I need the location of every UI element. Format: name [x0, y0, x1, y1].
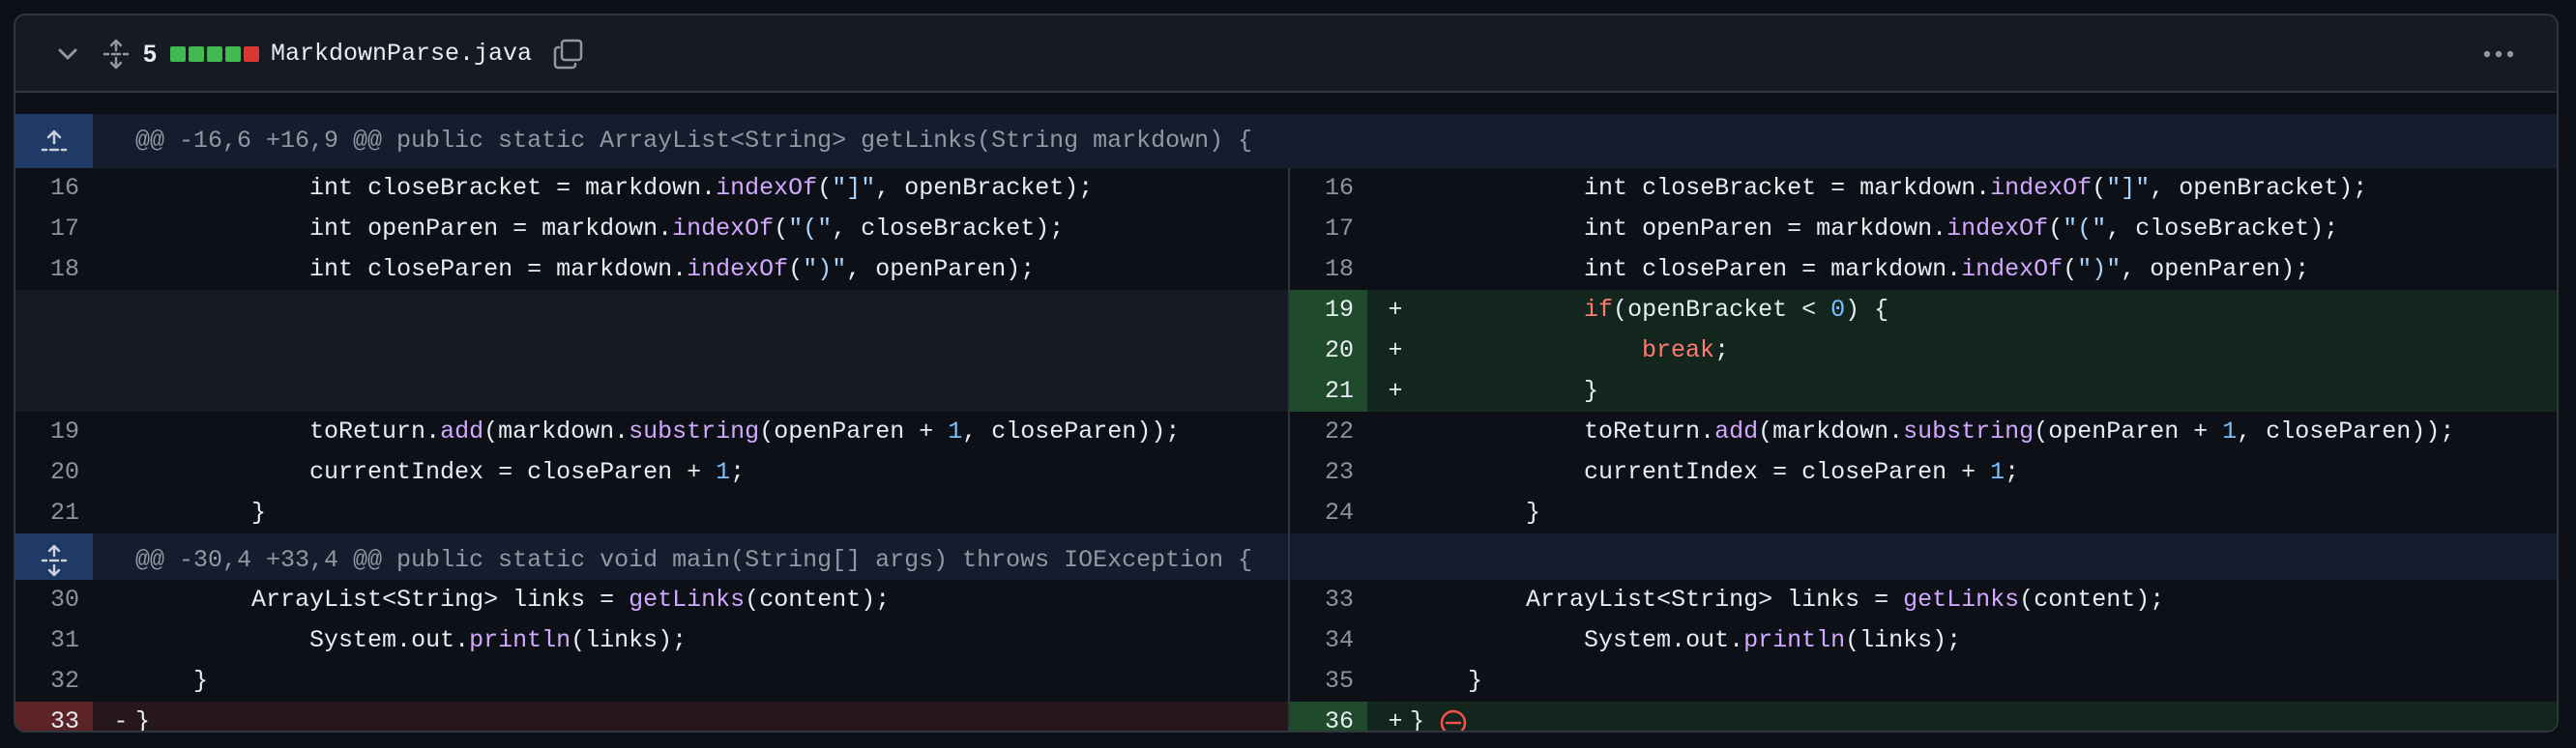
right-line: 35 } [1290, 661, 2557, 702]
left-line: 16 int closeBracket = markdown.indexOf("… [15, 168, 1288, 209]
split-divider [1288, 609, 1290, 731]
code-text: } [135, 707, 151, 733]
kebab-horizontal-icon[interactable] [2479, 41, 2518, 68]
right-line: 18 int closeParen = markdown.indexOf(")"… [1290, 249, 2557, 290]
left-line: 17 int openParen = markdown.indexOf("(",… [15, 209, 1288, 249]
diffstat-square [189, 46, 204, 62]
diff-marker: + [1388, 707, 1403, 733]
diff-body: @@ -16,6 +16,9 @@ public static ArrayLis… [15, 93, 2557, 733]
diffstat-square [244, 46, 259, 62]
code-text: int closeParen = markdown.indexOf(")", o… [309, 255, 1036, 283]
code-text: int openParen = markdown.indexOf("(", cl… [309, 215, 1065, 243]
code-text: } [1410, 377, 1599, 405]
line-number[interactable]: 17 [15, 209, 93, 249]
code-text: int openParen = markdown.indexOf("(", cl… [1584, 215, 2339, 243]
diffstat-square [225, 46, 241, 62]
chevron-down-icon[interactable] [52, 39, 83, 70]
line-number[interactable]: 30 [15, 580, 93, 620]
line-number[interactable]: 18 [15, 249, 93, 290]
right-line: 36 +} [1290, 702, 2557, 733]
file-header: 5 MarkdownParse.java [15, 15, 2557, 93]
file-name[interactable]: MarkdownParse.java [271, 37, 532, 72]
code-text: } [135, 667, 209, 695]
left-line: 18 int closeParen = markdown.indexOf(")"… [15, 249, 1288, 290]
unfold-icon[interactable] [99, 37, 133, 72]
right-line: 33 ArrayList<String> links = getLinks(co… [1290, 580, 2557, 620]
code-text: if(openBracket < 0) { [1584, 296, 1889, 324]
code-text: } [135, 499, 267, 527]
code-text: currentIndex = closeParen + 1; [309, 458, 746, 486]
code-text: } [1410, 707, 1425, 733]
empty-line [15, 371, 1288, 412]
hunk-header: @@ -16,6 +16,9 @@ public static ArrayLis… [15, 114, 2557, 168]
left-line: 33-} [15, 702, 1288, 733]
code-text: toReturn.add(markdown.substring(openPare… [309, 417, 1181, 446]
code-text: System.out.println(links); [1584, 626, 1962, 654]
line-number[interactable]: 19 [15, 412, 93, 452]
code-text: } [1410, 499, 1541, 527]
line-number[interactable]: 36 [1290, 702, 1367, 731]
line-number[interactable]: 19 [1290, 290, 1367, 331]
code-text: int closeBracket = markdown.indexOf("]",… [1584, 174, 2368, 202]
code-text: ArrayList<String> links = getLinks(conte… [1526, 586, 2165, 614]
diffstat-square [170, 46, 186, 62]
right-line: 22 toReturn.add(markdown.substring(openP… [1290, 412, 2557, 452]
diffstat-square [207, 46, 222, 62]
line-number[interactable]: 35 [1290, 661, 1367, 702]
code-text: currentIndex = closeParen + 1; [1584, 458, 2020, 486]
line-number[interactable]: 16 [15, 168, 93, 209]
right-line: 24 } [1290, 493, 2557, 533]
diff-marker: + [1388, 336, 1403, 364]
line-number[interactable]: 23 [1290, 452, 1367, 493]
diffstat [170, 46, 259, 62]
code-text: int closeBracket = markdown.indexOf("]",… [309, 174, 1094, 202]
copy-icon[interactable] [551, 37, 586, 72]
hunk-header-text: @@ -16,6 +16,9 @@ public static ArrayLis… [135, 127, 1253, 155]
right-line: 20 + break; [1290, 331, 2557, 371]
right-line: 19 + if(openBracket < 0) { [1290, 290, 2557, 331]
line-number[interactable]: 18 [1290, 249, 1367, 290]
line-number[interactable]: 16 [1290, 168, 1367, 209]
diff-marker: - [113, 707, 129, 733]
changes-count: 5 [143, 41, 157, 68]
line-number[interactable]: 20 [15, 452, 93, 493]
line-number[interactable]: 22 [1290, 412, 1367, 452]
right-line: 23 currentIndex = closeParen + 1; [1290, 452, 2557, 493]
right-line: 34 System.out.println(links); [1290, 620, 2557, 661]
line-number[interactable]: 33 [1290, 580, 1367, 620]
line-number[interactable]: 33 [15, 702, 93, 731]
left-line: 19 toReturn.add(markdown.substring(openP… [15, 412, 1288, 452]
line-number[interactable]: 24 [1290, 493, 1367, 533]
code-text: break; [1642, 336, 1730, 364]
line-number[interactable]: 21 [1290, 371, 1367, 412]
line-number[interactable]: 21 [15, 493, 93, 533]
diff-marker: + [1388, 296, 1403, 324]
line-number[interactable]: 17 [1290, 209, 1367, 249]
empty-line [15, 331, 1288, 371]
right-line: 16 int closeBracket = markdown.indexOf("… [1290, 168, 2557, 209]
split-divider [1288, 168, 1290, 609]
diff-file: 5 MarkdownParse.java @@ -16,6 +16,9 @@ p… [14, 14, 2559, 733]
left-line: 31 System.out.println(links); [15, 620, 1288, 661]
left-line: 21 } [15, 493, 1288, 533]
line-number[interactable]: 20 [1290, 331, 1367, 371]
expand-up-icon[interactable] [15, 114, 93, 168]
line-number[interactable]: 31 [15, 620, 93, 661]
diff-marker: + [1388, 377, 1403, 405]
left-line: 30 ArrayList<String> links = getLinks(co… [15, 580, 1288, 620]
code-text: System.out.println(links); [309, 626, 688, 654]
left-line: 32 } [15, 661, 1288, 702]
right-line: 17 int openParen = markdown.indexOf("(",… [1290, 209, 2557, 249]
code-text: ArrayList<String> links = getLinks(conte… [251, 586, 891, 614]
line-number[interactable]: 32 [15, 661, 93, 702]
empty-line [15, 290, 1288, 331]
right-line: 21 + } [1290, 371, 2557, 412]
no-entry-icon [1439, 708, 1468, 731]
line-number[interactable]: 34 [1290, 620, 1367, 661]
left-line: 20 currentIndex = closeParen + 1; [15, 452, 1288, 493]
code-text: } [1410, 667, 1483, 695]
code-text: int closeParen = markdown.indexOf(")", o… [1584, 255, 2310, 283]
code-text: toReturn.add(markdown.substring(openPare… [1584, 417, 2455, 446]
